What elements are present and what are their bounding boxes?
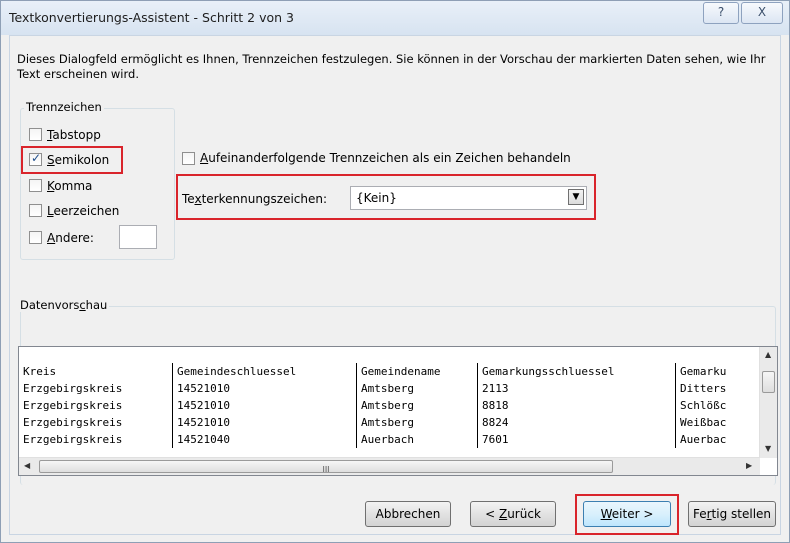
table-cell: Erzgebirgskreis — [19, 431, 173, 448]
table-cell: Gemeindename — [356, 363, 478, 380]
other-label[interactable]: Andere: — [47, 231, 94, 245]
tab-checkbox[interactable] — [29, 128, 42, 141]
table-cell: 2113 — [477, 380, 676, 397]
tab-label[interactable]: Tabstopp — [47, 128, 101, 142]
table-cell: Gemarkungsschluessel — [477, 363, 676, 380]
data-preview[interactable]: Kreis Gemeindeschluessel Gemeindename Ge… — [18, 346, 778, 476]
semicolon-label[interactable]: Semikolon — [47, 153, 109, 167]
table-cell: 8818 — [477, 397, 676, 414]
next-button[interactable]: Weiter > — [583, 501, 671, 527]
horizontal-scroll-thumb[interactable]: III — [39, 460, 613, 474]
table-cell: 7601 — [477, 431, 676, 448]
wizard-window: Textkonvertierungs-Assistent - Schritt 2… — [0, 0, 790, 543]
comma-label[interactable]: Komma — [47, 179, 92, 193]
text-qualifier-dropdown[interactable]: {Kein} ▼ — [350, 186, 587, 210]
table-cell: Auerbach — [356, 431, 478, 448]
title-bar[interactable]: Textkonvertierungs-Assistent - Schritt 2… — [1, 1, 789, 35]
table-cell: Amtsberg — [356, 414, 478, 431]
table-cell: Amtsberg — [356, 380, 478, 397]
table-cell: 14521010 — [172, 414, 357, 431]
table-cell: 14521010 — [172, 397, 357, 414]
table-cell: Erzgebirgskreis — [19, 414, 173, 431]
help-button[interactable]: ? — [703, 2, 739, 24]
scroll-down-icon[interactable]: ▼ — [765, 444, 771, 453]
other-checkbox[interactable] — [29, 231, 42, 244]
text-qualifier-label: Texterkennungszeichen: — [182, 192, 328, 206]
scroll-left-icon[interactable]: ◀ — [24, 461, 30, 470]
table-cell: Gemeindeschluessel — [172, 363, 357, 380]
space-label[interactable]: Leerzeichen — [47, 204, 119, 218]
preview-table: Kreis Gemeindeschluessel Gemeindename Ge… — [19, 363, 730, 448]
table-cell: Erzgebirgskreis — [19, 380, 173, 397]
chevron-down-icon[interactable]: ▼ — [568, 189, 584, 205]
preview-legend: Datenvorschau — [18, 298, 110, 312]
table-cell: Schlößc — [680, 399, 727, 412]
other-delimiter-input[interactable] — [119, 225, 157, 249]
table-cell: Gemarku — [680, 365, 727, 378]
table-row: Erzgebirgskreis 14521010 Amtsberg 2113 D… — [19, 380, 730, 397]
help-icon: ? — [717, 5, 725, 19]
table-cell: Weißbac — [680, 416, 727, 429]
table-cell: Ditters — [680, 382, 727, 395]
delimiters-legend: Trennzeichen — [24, 100, 104, 114]
scroll-grip-icon: III — [322, 465, 330, 474]
description-text: Dieses Dialogfeld ermöglicht es Ihnen, T… — [17, 52, 766, 81]
space-checkbox[interactable] — [29, 204, 42, 217]
scroll-up-icon[interactable]: ▲ — [765, 350, 771, 359]
finish-button[interactable]: Fertig stellen — [688, 501, 776, 527]
comma-checkbox[interactable] — [29, 179, 42, 192]
table-cell: 8824 — [477, 414, 676, 431]
table-cell: 14521010 — [172, 380, 357, 397]
table-row: Kreis Gemeindeschluessel Gemeindename Ge… — [19, 363, 730, 380]
close-icon: X — [757, 5, 767, 19]
back-button[interactable]: < Zurück — [470, 501, 556, 527]
table-cell: Erzgebirgskreis — [19, 397, 173, 414]
consecutive-checkbox[interactable] — [182, 152, 195, 165]
vertical-scroll-thumb[interactable] — [762, 371, 775, 393]
scroll-right-icon[interactable]: ▶ — [746, 461, 752, 470]
table-row: Erzgebirgskreis 14521040 Auerbach 7601 A… — [19, 431, 730, 448]
close-button[interactable]: X — [741, 2, 783, 24]
dialog-content: Dieses Dialogfeld ermöglicht es Ihnen, T… — [9, 35, 781, 535]
table-cell: Auerbac — [680, 433, 727, 446]
table-cell: Amtsberg — [356, 397, 478, 414]
consecutive-label[interactable]: Aufeinanderfolgende Trennzeichen als ein… — [200, 151, 571, 165]
semicolon-checkbox[interactable] — [29, 151, 42, 166]
vertical-scrollbar[interactable]: ▲ ▼ — [759, 347, 777, 458]
cancel-button[interactable]: Abbrechen — [365, 501, 451, 527]
table-row: Erzgebirgskreis 14521010 Amtsberg 8824 W… — [19, 414, 730, 431]
table-cell: 14521040 — [172, 431, 357, 448]
cancel-label: Abbrechen — [375, 507, 441, 521]
table-cell: Kreis — [19, 363, 173, 380]
text-qualifier-value: {Kein} — [356, 191, 397, 205]
table-row: Erzgebirgskreis 14521010 Amtsberg 8818 S… — [19, 397, 730, 414]
window-title: Textkonvertierungs-Assistent - Schritt 2… — [9, 10, 294, 25]
horizontal-scrollbar[interactable]: ◀ III ▶ — [19, 457, 760, 475]
